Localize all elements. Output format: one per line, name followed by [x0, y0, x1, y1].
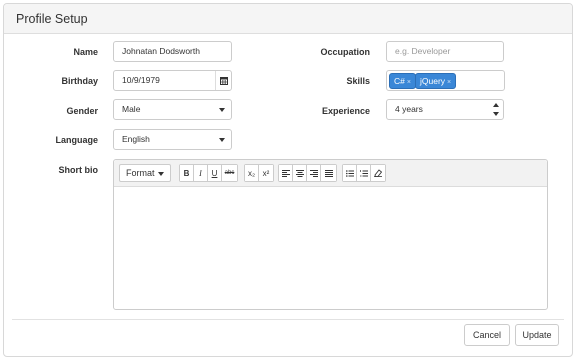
- align-center-button[interactable]: [293, 165, 307, 181]
- arrow-up-icon[interactable]: [493, 103, 499, 107]
- justify-button[interactable]: [321, 165, 336, 181]
- panel-title: Profile Setup: [16, 12, 88, 26]
- alignment-group: [278, 164, 337, 182]
- bullet-list-button[interactable]: [343, 165, 357, 181]
- birthday-field[interactable]: 10/9/1979: [113, 70, 232, 91]
- language-label: Language: [55, 135, 98, 145]
- arrow-down-icon[interactable]: [493, 112, 499, 116]
- gender-value: Male: [122, 104, 141, 114]
- align-center-icon: [295, 169, 304, 177]
- superscript-button[interactable]: x²: [259, 165, 273, 181]
- experience-spinner[interactable]: 4 years: [386, 99, 504, 120]
- script-group: x₂ x²: [244, 164, 274, 182]
- chevron-down-icon: [158, 172, 164, 176]
- occupation-label: Occupation: [320, 47, 370, 57]
- skills-tag-input[interactable]: C# × jQuery ×: [386, 70, 505, 91]
- bullet-list-icon: [345, 169, 354, 177]
- format-dropdown[interactable]: Format: [119, 164, 171, 182]
- numbered-list-button[interactable]: [357, 165, 371, 181]
- skill-tag-label: C#: [394, 76, 405, 86]
- underline-button[interactable]: U: [208, 165, 222, 181]
- format-label: Format: [126, 168, 155, 178]
- chevron-down-icon: [219, 138, 225, 142]
- editor-toolbar: Format B I U abc x₂ x²: [114, 160, 547, 187]
- birthday-value: 10/9/1979: [122, 75, 160, 85]
- subscript-button[interactable]: x₂: [245, 165, 259, 181]
- align-left-icon: [281, 169, 290, 177]
- bold-button[interactable]: B: [180, 165, 194, 181]
- name-value: Johnatan Dodsworth: [122, 46, 200, 56]
- list-group: [342, 164, 386, 182]
- text-style-group: B I U abc: [179, 164, 238, 182]
- italic-button[interactable]: I: [194, 165, 208, 181]
- numbered-list-icon: [359, 169, 368, 176]
- gender-select[interactable]: Male: [113, 99, 232, 120]
- skills-label: Skills: [346, 76, 370, 86]
- spinner-arrows[interactable]: [492, 102, 500, 117]
- experience-value: 4 years: [395, 104, 423, 114]
- panel-heading: Profile Setup: [4, 4, 572, 34]
- skill-tag-label: jQuery: [420, 76, 446, 86]
- skill-tag-jquery: jQuery ×: [415, 73, 457, 89]
- eraser-icon: [374, 169, 382, 177]
- cancel-button[interactable]: Cancel: [464, 324, 510, 346]
- strikethrough-button[interactable]: abc: [222, 165, 237, 181]
- short-bio-label: Short bio: [58, 165, 99, 175]
- chevron-down-icon: [219, 108, 225, 112]
- occupation-field[interactable]: e.g. Developer: [386, 41, 504, 62]
- update-button[interactable]: Update: [515, 324, 559, 346]
- tag-remove-icon[interactable]: ×: [407, 79, 411, 86]
- skill-tag-csharp: C# ×: [389, 73, 416, 89]
- calendar-icon: [219, 77, 228, 85]
- align-right-button[interactable]: [307, 165, 321, 181]
- align-right-icon: [309, 169, 318, 177]
- gender-label: Gender: [66, 106, 98, 116]
- justify-icon: [324, 169, 333, 177]
- footer-divider: [12, 319, 564, 320]
- birthday-label: Birthday: [61, 76, 98, 86]
- align-left-button[interactable]: [279, 165, 293, 181]
- bio-textarea[interactable]: [114, 187, 547, 309]
- bio-editor: Format B I U abc x₂ x²: [113, 159, 548, 310]
- name-field[interactable]: Johnatan Dodsworth: [113, 41, 232, 62]
- language-select[interactable]: English: [113, 129, 232, 150]
- name-label: Name: [73, 47, 98, 57]
- occupation-placeholder: e.g. Developer: [395, 46, 451, 56]
- experience-label: Experience: [321, 106, 370, 116]
- tag-remove-icon[interactable]: ×: [447, 79, 451, 86]
- calendar-button[interactable]: [215, 71, 231, 90]
- clear-format-button[interactable]: [371, 165, 385, 181]
- language-value: English: [122, 134, 150, 144]
